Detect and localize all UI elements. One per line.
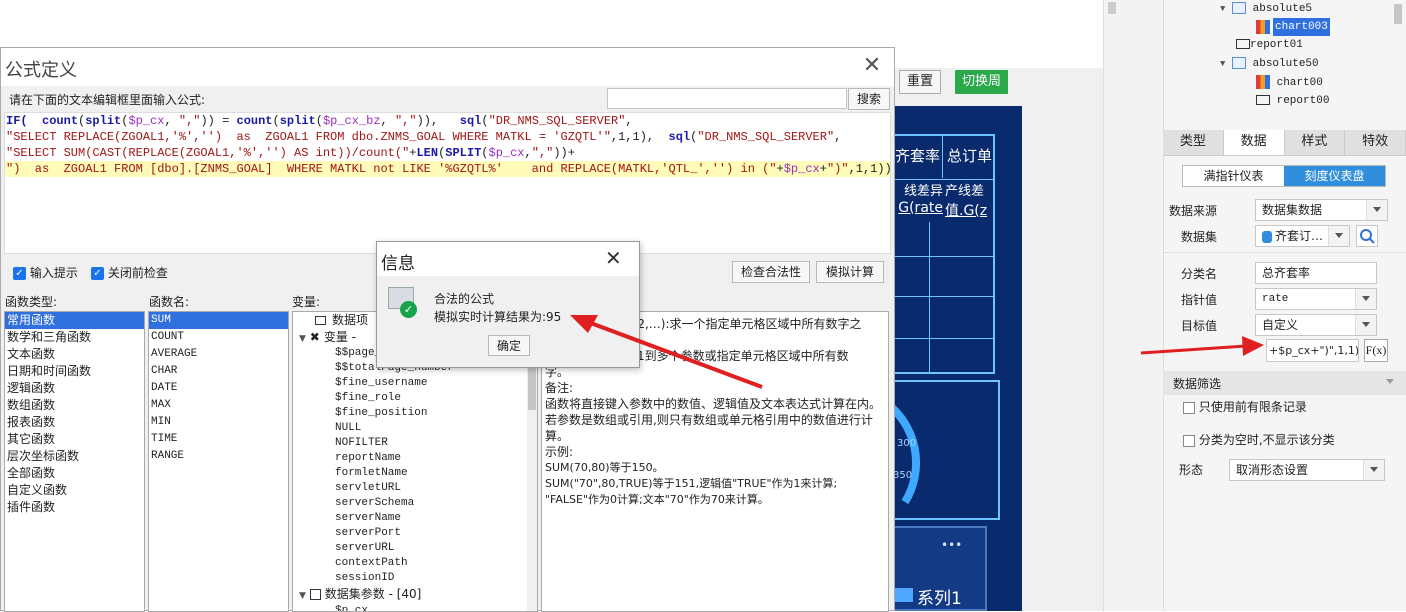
chevron-down-icon — [1370, 467, 1378, 472]
chevron-down-icon — [1362, 296, 1370, 301]
annotation-arrow — [1140, 344, 1247, 355]
chevron-down-icon — [1362, 322, 1370, 327]
chevron-down-icon — [1335, 233, 1343, 238]
arrowhead-icon — [1242, 336, 1264, 356]
chevron-down-icon — [1373, 207, 1381, 212]
annotation-arrow — [587, 320, 763, 389]
annotation-arrows — [570, 315, 1264, 389]
